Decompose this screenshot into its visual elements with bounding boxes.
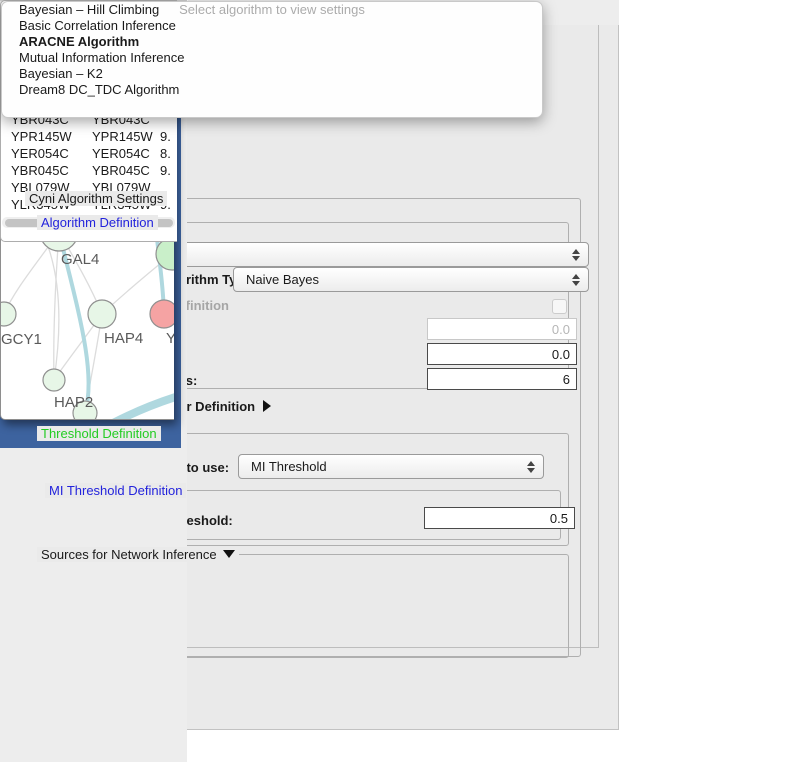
table-cell: YPR145W	[81, 128, 157, 145]
algorithm-option-dream8-dc-tdc-algorithm[interactable]: Dream8 DC_TDC Algorithm	[2, 82, 542, 98]
table-cell: 9.	[157, 128, 177, 145]
mi-threshold-field[interactable]: 0.5	[424, 507, 575, 529]
table-cell: YER054C	[3, 145, 81, 162]
node-hap4[interactable]	[88, 300, 116, 328]
dpi-tolerance-field[interactable]: 0.0	[427, 343, 577, 365]
expander-arrow-down-icon	[223, 550, 235, 558]
table-cell: 9.	[157, 162, 177, 179]
network-node-label: Y	[166, 330, 174, 347]
node-left-green[interactable]	[1, 302, 16, 326]
algorithm-option-bayesian-k2[interactable]: Bayesian – K2	[2, 66, 542, 82]
network-node-label: GAL4	[61, 251, 99, 268]
manual-kernel-checkbox[interactable]	[552, 299, 567, 314]
node-salmon[interactable]	[150, 300, 174, 328]
table-cell: 8.	[157, 145, 177, 162]
mi-steps-field[interactable]: 6	[427, 368, 577, 390]
table-row[interactable]: YER054CYER054C8.	[3, 145, 177, 162]
table-cell: YER054C	[81, 145, 157, 162]
mi-threshold-definition-title: MI Threshold Definition	[45, 483, 186, 498]
table-cell: YBR045C	[3, 162, 81, 179]
expander-arrow-right-icon	[263, 400, 271, 412]
algorithm-dropdown-list: Bayesian – Hill ClimbingBasic Correlatio…	[2, 2, 542, 98]
kernel-width-field[interactable]: 0.0	[427, 318, 577, 340]
which-threshold-combobox[interactable]: MI Threshold	[238, 454, 544, 479]
dpi-tolerance-value: 0.0	[552, 347, 570, 362]
spinner-arrows-icon	[572, 249, 579, 261]
table-cell: YPR145W	[3, 128, 81, 145]
network-edge-thick	[96, 391, 174, 419]
mi-type-value: Naive Bayes	[246, 272, 319, 287]
spinner-arrows-icon	[572, 274, 579, 286]
algorithm-option-aracne-algorithm[interactable]: ARACNE Algorithm	[2, 34, 542, 50]
mi-threshold-value: 0.5	[550, 511, 568, 526]
table-cell: YBR045C	[81, 162, 157, 179]
algorithm-definition-title: Algorithm Definition	[37, 215, 158, 230]
sources-expander[interactable]: Sources for Network Inference	[37, 547, 239, 562]
kernel-width-value: 0.0	[552, 322, 570, 337]
screenshot-root: Control Panel ✕ NetworkStyleSelectCyni T…	[0, 0, 806, 762]
mi-type-combobox[interactable]: Naive Bayes	[233, 267, 589, 292]
network-node-label: HAP4	[104, 330, 143, 347]
which-threshold-value: MI Threshold	[251, 459, 327, 474]
network-node-label: HAP2	[54, 394, 93, 411]
mi-steps-value: 6	[563, 372, 570, 387]
algorithm-option-mutual-information-inference[interactable]: Mutual Information Inference	[2, 50, 542, 66]
network-node-label: GCY1	[1, 331, 42, 348]
sources-title: Sources for Network Inference	[41, 547, 217, 562]
table-row[interactable]: YPR145WYPR145W9.	[3, 128, 177, 145]
algorithm-option-basic-correlation-inference[interactable]: Basic Correlation Inference	[2, 18, 542, 34]
algorithm-option-bayesian-hill-climbing[interactable]: Bayesian – Hill Climbing	[2, 2, 542, 18]
node-hap2[interactable]	[43, 369, 65, 391]
table-row[interactable]: YBR045CYBR045C9.	[3, 162, 177, 179]
algorithm-dropdown-popup: Select algorithm to view settings Bayesi…	[1, 1, 543, 118]
threshold-definition-title: Threshold Definition	[37, 426, 161, 441]
cyni-algorithm-settings-title: Cyni Algorithm Settings	[25, 191, 167, 206]
spinner-arrows-icon	[527, 461, 534, 473]
